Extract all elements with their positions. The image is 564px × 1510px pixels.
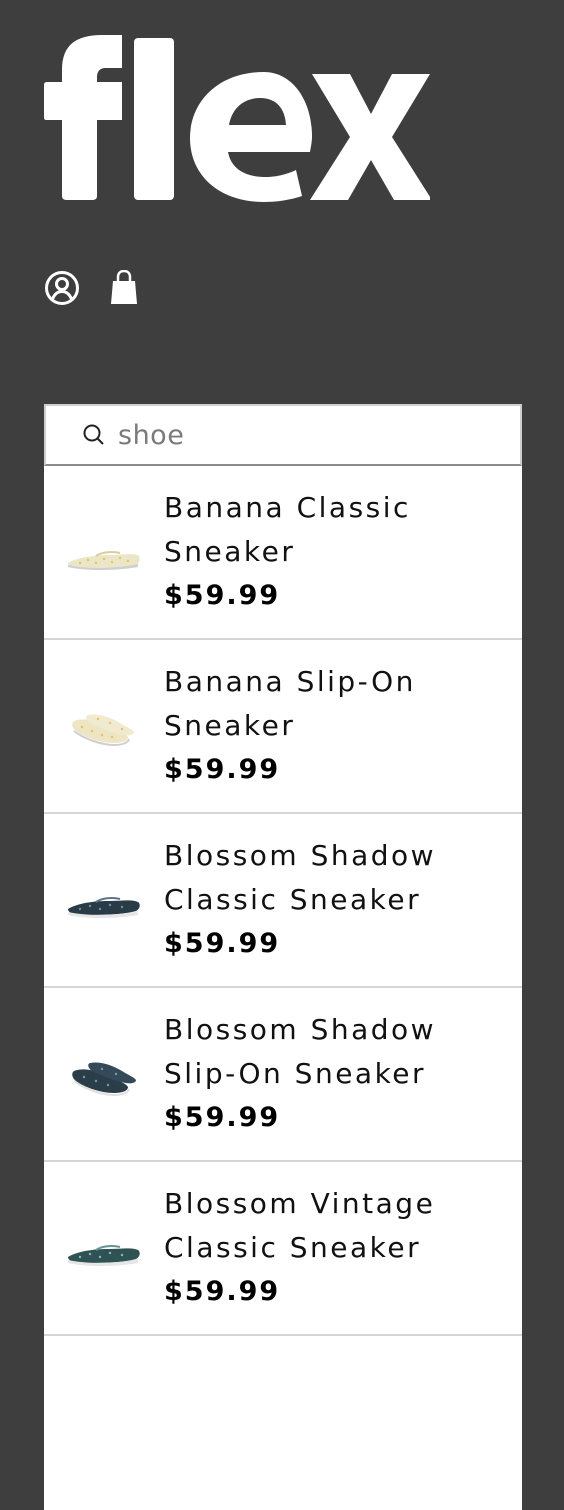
product-info: Banana Slip-On Sneaker $59.99	[164, 660, 484, 792]
product-name-line-2: Sneaker	[164, 535, 296, 568]
list-item[interactable]: Banana Classic Sneaker $59.99	[44, 466, 522, 640]
product-name-line-2: Slip-On Sneaker	[164, 1057, 427, 1090]
blossom-shadow-classic-sneaker-image	[68, 897, 140, 918]
product-name-line-1: Banana Slip-On	[164, 665, 416, 698]
product-name: Banana Classic Sneaker	[164, 486, 484, 574]
product-info: Banana Classic Sneaker $59.99	[164, 486, 484, 618]
product-info: Blossom Vintage Classic Sneaker $59.99	[164, 1182, 484, 1314]
account-button[interactable]	[44, 270, 80, 306]
product-name: Blossom Shadow Classic Sneaker	[164, 834, 484, 922]
banana-slip-on-sneaker-image	[72, 714, 134, 747]
cart-button[interactable]	[106, 270, 142, 306]
product-name-line-1: Banana Classic	[164, 491, 411, 524]
list-item[interactable]	[44, 1336, 522, 1510]
list-item[interactable]: Blossom Shadow Slip-On Sneaker $59.99	[44, 988, 522, 1162]
product-price: $59.99	[164, 754, 281, 785]
list-item[interactable]: Banana Slip-On Sneaker $59.99	[44, 640, 522, 814]
product-name: Blossom Vintage Classic Sneaker	[164, 1182, 484, 1270]
search-icon	[83, 424, 104, 445]
header-actions	[44, 270, 142, 306]
search-panel: Banana Classic Sneaker $59.99 Banana Slip…	[44, 404, 522, 1510]
product-price: $59.99	[164, 1102, 281, 1133]
flex-logo[interactable]	[44, 30, 430, 205]
banana-classic-sneaker-image	[68, 551, 140, 570]
shopping-bag-icon	[111, 270, 137, 304]
blossom-vintage-classic-sneaker-image	[68, 1245, 140, 1266]
product-name: Banana Slip-On Sneaker	[164, 660, 484, 748]
flex-logo-mark	[44, 35, 430, 202]
list-item[interactable]: Blossom Vintage Classic Sneaker $59.99	[44, 1162, 522, 1336]
product-name-line-1: Blossom Shadow	[164, 1013, 437, 1046]
search-box[interactable]	[44, 404, 522, 466]
product-name-line-1: Blossom Vintage	[164, 1187, 436, 1220]
product-name-line-1: Blossom Shadow	[164, 839, 437, 872]
user-circle-icon	[45, 271, 79, 305]
product-name-line-2: Classic Sneaker	[164, 1231, 422, 1264]
product-info: Blossom Shadow Classic Sneaker $59.99	[164, 834, 484, 966]
product-price: $59.99	[164, 928, 281, 959]
search-input[interactable]	[116, 418, 500, 452]
product-info: Blossom Shadow Slip-On Sneaker $59.99	[164, 1008, 484, 1140]
product-name: Blossom Shadow Slip-On Sneaker	[164, 1008, 484, 1096]
product-name-line-2: Classic Sneaker	[164, 883, 422, 916]
product-price: $59.99	[164, 1276, 281, 1307]
product-name-line-2: Sneaker	[164, 709, 296, 742]
blossom-shadow-slip-on-sneaker-image	[72, 1062, 136, 1097]
list-item[interactable]: Blossom Shadow Classic Sneaker $59.99	[44, 814, 522, 988]
search-results-list: Banana Classic Sneaker $59.99 Banana Slip…	[44, 466, 522, 1510]
product-price: $59.99	[164, 580, 281, 611]
